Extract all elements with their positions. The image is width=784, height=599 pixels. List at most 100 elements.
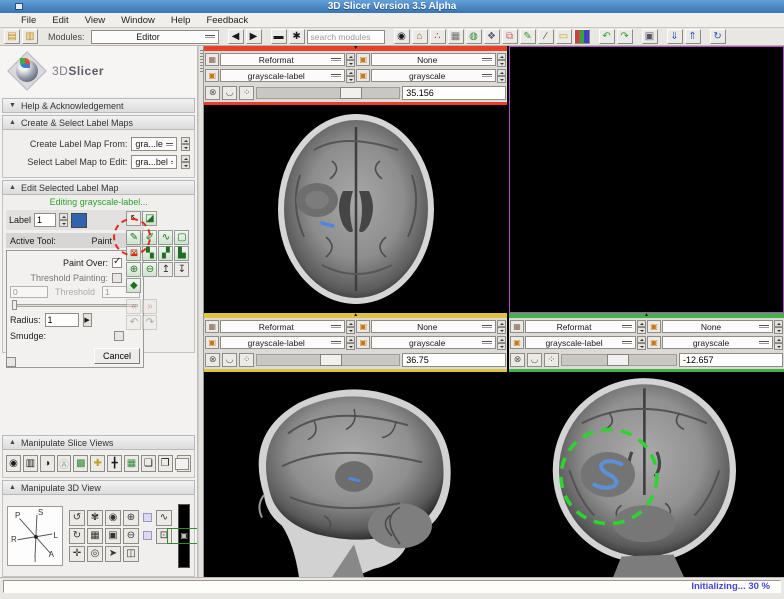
create-labelmap-from-combobox[interactable]: gra...le <box>131 137 177 151</box>
modules-combobox[interactable]: Editor <box>91 30 219 44</box>
next-checkpoint-icon[interactable]: ↷ <box>142 315 157 330</box>
search-modules-input[interactable] <box>307 30 385 44</box>
green-slice-offset-slider[interactable] <box>561 353 677 367</box>
yellow-slice-offset-input[interactable] <box>402 353 506 367</box>
title-bar[interactable]: 3D Slicer Version 3.5 Alpha <box>0 0 784 13</box>
previous-checkpoint-icon[interactable]: ↶ <box>126 315 141 330</box>
background-layer-icon[interactable]: ▣ <box>356 69 370 82</box>
foreground-layer-icon[interactable]: ▣ <box>356 53 370 66</box>
load-scene-icon[interactable]: ▤ <box>4 29 20 44</box>
create-labelmap-spinner[interactable] <box>181 137 190 151</box>
background-layer-icon[interactable]: ▣ <box>647 336 661 349</box>
paste-view-icon[interactable]: ❐ <box>158 455 173 472</box>
red-orientation-spinner[interactable] <box>346 53 355 67</box>
manipulate-3d-view-header[interactable]: ▲ Manipulate 3D View <box>2 480 195 495</box>
red-slice-offset-handle[interactable] <box>340 87 362 99</box>
menu-view[interactable]: View <box>78 15 112 26</box>
label-layer-icon[interactable]: ▣ <box>205 69 219 82</box>
green-label-spinner[interactable] <box>637 336 646 350</box>
compositing-icon[interactable]: ▩ <box>73 455 88 472</box>
layout-select-icon[interactable]: ▬ <box>271 29 287 44</box>
make-model-tool-icon[interactable]: ◆ <box>126 278 141 293</box>
menu-window[interactable]: Window <box>114 15 162 26</box>
camera-icon[interactable]: ◉ <box>105 510 121 526</box>
measurements-module-icon[interactable]: ∕ <box>538 29 554 44</box>
data-module-icon[interactable]: ▦ <box>448 29 464 44</box>
slice-opacity-slider-handle[interactable] <box>175 458 189 470</box>
slice-visibility-eye-icon[interactable]: ◡ <box>527 353 542 367</box>
menu-edit[interactable]: Edit <box>45 15 75 26</box>
home-module-icon[interactable]: ⌂ <box>412 29 428 44</box>
menu-file[interactable]: File <box>14 15 43 26</box>
module-panel-icon[interactable]: ✱ <box>289 29 305 44</box>
navigation-preview[interactable]: ▣ <box>178 504 190 568</box>
yellow-view-colorbar[interactable]: ▲ <box>204 313 507 318</box>
spin-icon[interactable]: ✾ <box>87 510 103 526</box>
default-tool-icon[interactable]: ↖ <box>126 211 141 226</box>
stereo-icon[interactable]: ◫ <box>123 546 139 562</box>
threeD-view[interactable] <box>509 46 784 313</box>
slice-visibility-eye-icon[interactable]: ◡ <box>222 353 237 367</box>
models-module-icon[interactable]: ❖ <box>484 29 500 44</box>
rock-checkbox[interactable] <box>143 531 152 540</box>
select-labelmap-edit-combobox[interactable]: gra...bel <box>131 155 177 169</box>
module-forward-icon[interactable]: ▶ <box>246 29 262 44</box>
red-foreground-spinner[interactable] <box>497 53 506 67</box>
screen-capture-icon[interactable]: ▣ <box>642 29 658 44</box>
orthographic-icon[interactable]: ▦ <box>87 528 103 544</box>
cancel-button[interactable]: Cancel <box>94 348 140 364</box>
crosshair-icon[interactable]: ╋ <box>107 455 122 472</box>
label-color-swatch[interactable] <box>71 213 87 228</box>
identify-islands-tool-icon[interactable]: ▚ <box>142 246 157 261</box>
save-scene-icon[interactable]: ▥ <box>22 29 38 44</box>
yellow-slice-offset-handle[interactable] <box>320 354 342 366</box>
paint-tool-icon[interactable]: ✎ <box>126 230 141 245</box>
red-background-combobox[interactable]: grayscale <box>371 69 496 82</box>
fiducial-add-icon[interactable]: ✚ <box>90 455 105 472</box>
red-orientation-combobox[interactable]: Reformat <box>220 53 345 66</box>
smudge-checkbox[interactable] <box>114 331 124 341</box>
yellow-label-combobox[interactable]: grayscale-label <box>220 336 345 349</box>
slice-link-toggle-icon[interactable]: ⊗ <box>510 353 525 367</box>
slice-more-options-icon[interactable]: ⁘ <box>239 86 254 100</box>
previous-fiducial-icon[interactable]: « <box>126 299 141 314</box>
view-refresh-icon[interactable]: ↻ <box>710 29 726 44</box>
copy-view-icon[interactable]: ❏ <box>141 455 156 472</box>
red-label-spinner[interactable] <box>346 69 355 83</box>
eraser-tool-icon[interactable]: ⊠ <box>126 246 141 261</box>
remove-islands-tool-icon[interactable]: ▙ <box>174 246 189 261</box>
green-slice-offset-handle[interactable] <box>607 354 629 366</box>
yellow-background-combobox[interactable]: grayscale <box>371 336 496 349</box>
colors-module-icon[interactable]: ▩ <box>574 29 590 44</box>
red-view-colorbar[interactable]: ▼ <box>204 46 507 51</box>
foreground-layer-icon[interactable]: ▣ <box>356 320 370 333</box>
green-background-combobox[interactable]: grayscale <box>662 336 773 349</box>
snapshot-icon[interactable]: ▣ <box>105 528 121 544</box>
slice-visibility-icon[interactable]: ◉ <box>6 455 21 472</box>
editor-module-icon[interactable]: ✎ <box>520 29 536 44</box>
yellow-background-spinner[interactable] <box>497 336 506 350</box>
annotation-icon[interactable]: Ⓐ <box>57 455 72 472</box>
red-background-spinner[interactable] <box>497 69 506 83</box>
green-slice-image[interactable] <box>509 372 784 577</box>
green-background-spinner[interactable] <box>774 336 783 350</box>
fiducials-module-icon[interactable]: ∴ <box>430 29 446 44</box>
edit-labelmap-header[interactable]: ▲ Edit Selected Label Map <box>2 180 195 195</box>
label-value-input[interactable] <box>34 213 56 227</box>
menu-help[interactable]: Help <box>164 15 198 26</box>
erode-tool-icon[interactable]: ⊖ <box>142 262 157 277</box>
foreground-layer-icon[interactable]: ▣ <box>647 320 661 333</box>
yellow-foreground-spinner[interactable] <box>497 320 506 334</box>
yellow-orientation-combobox[interactable]: Reformat <box>220 320 345 333</box>
draw-tool-icon[interactable]: ✐ <box>142 230 157 245</box>
change-island-tool-icon[interactable]: ▞ <box>158 246 173 261</box>
ruler-module-icon[interactable]: ▭ <box>556 29 572 44</box>
help-acknowledgement-header[interactable]: ▼ Help & Acknowledgement <box>2 98 195 113</box>
green-slice-offset-input[interactable] <box>679 353 783 367</box>
visibility-icon[interactable]: ◎ <box>87 546 103 562</box>
threshold-slider[interactable] <box>12 300 138 310</box>
slice-link-icon[interactable]: ▦ <box>510 320 524 333</box>
zoom-in-icon[interactable]: ⊕ <box>123 510 139 526</box>
undo-icon[interactable]: ↶ <box>599 29 615 44</box>
red-foreground-combobox[interactable]: None <box>371 53 496 66</box>
